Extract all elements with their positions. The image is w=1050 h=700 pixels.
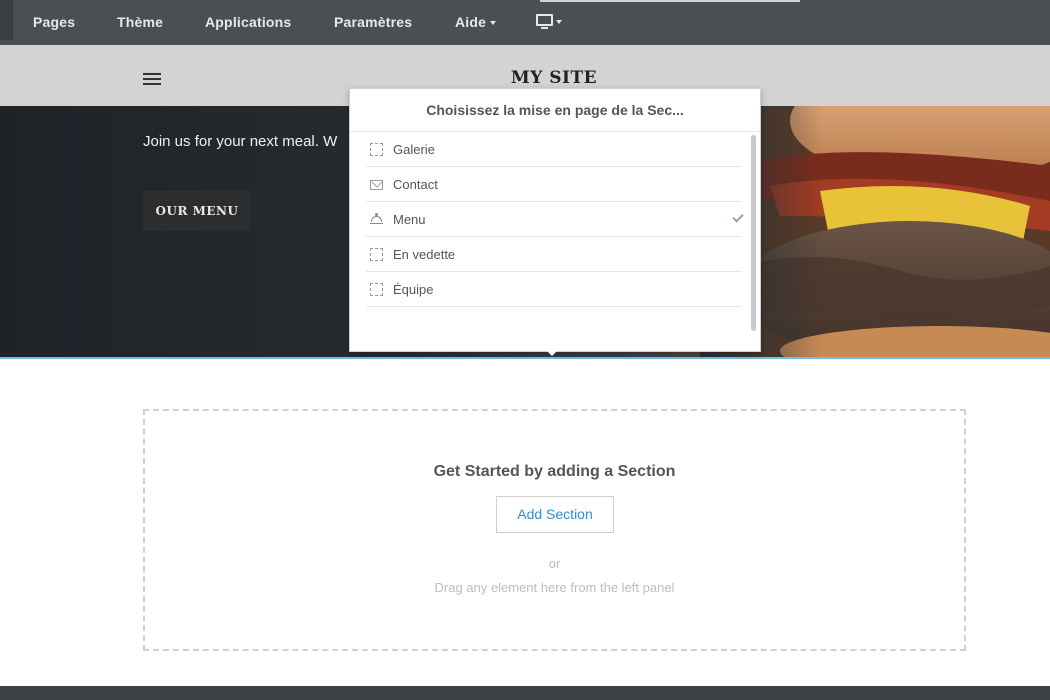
- layout-option-menu[interactable]: Menu: [366, 202, 744, 237]
- empty-section-dropzone[interactable]: Get Started by adding a Section Add Sect…: [143, 409, 966, 651]
- layout-option-team[interactable]: Équipe: [366, 272, 742, 307]
- layout-option-label: Menu: [393, 212, 426, 227]
- envelope-icon: [370, 180, 383, 190]
- nav-settings[interactable]: Paramètres: [334, 12, 412, 32]
- nav-help-label: Aide: [455, 14, 487, 30]
- popup-pointer-arrow: [546, 350, 558, 356]
- editor-toolbar: Pages Thème Applications Paramètres Aide: [0, 0, 1050, 45]
- chevron-down-icon: [556, 20, 562, 24]
- monitor-stand: [541, 27, 548, 29]
- cloche-icon: [370, 213, 383, 226]
- desktop-monitor-icon: [536, 14, 553, 26]
- site-title: MY SITE: [510, 68, 598, 88]
- layout-option-label: En vedette: [393, 247, 456, 262]
- nav-help[interactable]: Aide: [455, 12, 497, 32]
- dashed-square-icon: [370, 283, 383, 296]
- layout-option-label: Galerie: [393, 142, 435, 157]
- layout-option-contact[interactable]: Contact: [366, 167, 742, 202]
- toolbar-left-handle[interactable]: [0, 0, 13, 40]
- layout-option-featured[interactable]: En vedette: [366, 237, 742, 272]
- empty-section-heading: Get Started by adding a Section: [433, 463, 676, 480]
- dashed-square-icon: [370, 248, 383, 261]
- toolbar-top-line: [540, 0, 800, 2]
- nav-applications[interactable]: Applications: [205, 12, 291, 32]
- popup-title: Choisissez la mise en page de la Sec...: [350, 89, 760, 132]
- layout-option-label: Contact: [393, 177, 438, 192]
- popup-scrollbar[interactable]: [751, 135, 756, 331]
- layout-option-gallery[interactable]: Galerie: [366, 132, 742, 167]
- layout-option-label: Équipe: [393, 282, 434, 297]
- layout-list: Galerie Contact Menu En vedette Équipe: [366, 132, 744, 307]
- footer-bar: [0, 686, 1050, 700]
- or-separator: or: [548, 556, 561, 571]
- nav-theme[interactable]: Thème: [117, 12, 163, 32]
- our-menu-button[interactable]: OUR MENU: [143, 191, 251, 231]
- nav-pages[interactable]: Pages: [33, 12, 75, 32]
- section-layout-popup: Choisissez la mise en page de la Sec... …: [349, 88, 761, 352]
- hero-tagline: Join us for your next meal. W: [143, 133, 338, 150]
- section-selection-border: [0, 357, 1050, 359]
- add-section-button[interactable]: Add Section: [496, 496, 614, 533]
- checkmark-icon: [732, 211, 744, 223]
- dashed-square-icon: [370, 143, 383, 156]
- device-preview-button[interactable]: [534, 12, 568, 34]
- chevron-down-icon: [490, 21, 497, 26]
- drag-hint: Drag any element here from the left pane…: [434, 580, 675, 595]
